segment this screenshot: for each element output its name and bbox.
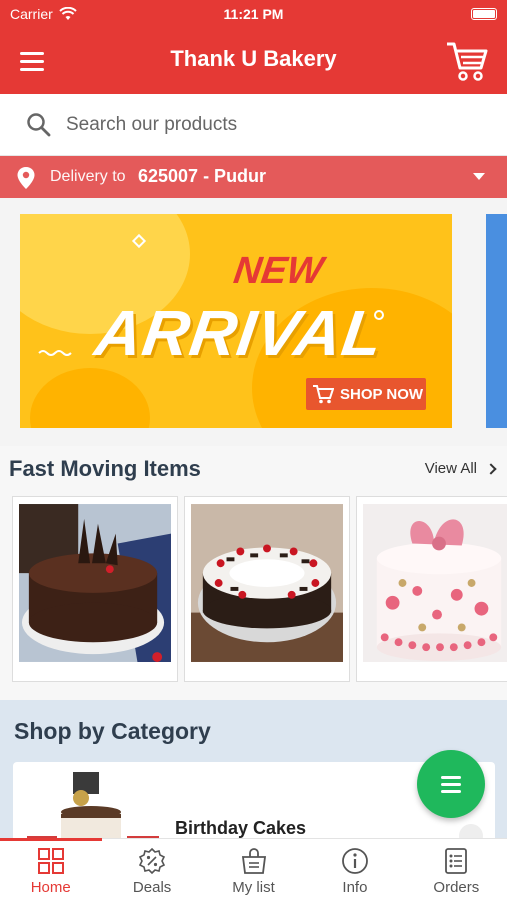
search-input[interactable] xyxy=(66,108,486,142)
shopping-bag-icon xyxy=(241,848,266,874)
promo-banner[interactable]: NEW ARRIVAL SHOP NOW xyxy=(20,214,452,428)
product-card[interactable] xyxy=(184,496,350,682)
tab-my-list[interactable]: My list xyxy=(203,839,304,900)
pink-fondant-cake-image xyxy=(363,504,507,662)
tab-home[interactable]: Home xyxy=(0,839,101,900)
search-bar xyxy=(0,94,507,156)
section-title: Fast Moving Items xyxy=(9,456,201,481)
view-all-label: View All xyxy=(424,460,477,477)
tab-label: Home xyxy=(30,879,71,896)
tab-deals[interactable]: Deals xyxy=(101,839,202,900)
banner-headline-new: NEW xyxy=(231,250,326,292)
floating-menu-button[interactable] xyxy=(417,750,485,818)
delivery-location: 625007 - Pudur xyxy=(138,166,267,186)
category-name: Birthday Cakes xyxy=(175,818,307,838)
black-forest-cake-image xyxy=(191,504,343,662)
battery-icon xyxy=(471,8,497,20)
chevron-right-icon xyxy=(485,462,497,475)
home-grid-icon xyxy=(37,848,64,874)
product-card[interactable] xyxy=(12,496,178,682)
chocolate-cake-image xyxy=(19,504,171,662)
banner-decoration xyxy=(30,368,150,428)
status-bar: Carrier 11:21 PM xyxy=(0,0,507,28)
tab-label: Orders xyxy=(433,879,480,896)
page-title: Thank U Bakery xyxy=(170,46,337,71)
product-carousel[interactable] xyxy=(12,496,507,682)
shop-now-button[interactable]: SHOP NOW xyxy=(306,378,426,410)
tab-label: My list xyxy=(232,879,275,896)
banner-decoration xyxy=(38,350,72,356)
product-card[interactable] xyxy=(356,496,507,682)
delivery-label: Delivery to xyxy=(50,168,126,185)
cart-icon[interactable] xyxy=(445,40,489,82)
tab-orders[interactable]: Orders xyxy=(406,839,507,900)
tab-label: Deals xyxy=(132,879,172,896)
next-banner-preview[interactable] xyxy=(486,214,507,428)
active-tab-indicator xyxy=(0,838,102,841)
menu-line xyxy=(441,789,461,793)
chevron-down-icon xyxy=(473,173,485,180)
view-all-link[interactable]: View All xyxy=(424,460,497,477)
menu-line xyxy=(441,782,461,786)
menu-line xyxy=(441,775,461,779)
banner-carousel[interactable]: NEW ARRIVAL SHOP NOW xyxy=(0,198,507,446)
cart-icon xyxy=(313,385,334,404)
deals-badge-icon xyxy=(139,847,166,875)
location-pin-icon xyxy=(17,167,35,189)
delivery-location-bar[interactable]: Delivery to 625007 - Pudur xyxy=(0,156,507,198)
tab-label: Info xyxy=(342,879,368,896)
info-icon xyxy=(342,848,368,874)
orders-icon xyxy=(445,848,468,874)
banner-headline-arrival: ARRIVAL xyxy=(90,297,388,369)
clock: 11:21 PM xyxy=(223,6,284,22)
shop-now-label: SHOP NOW xyxy=(340,385,424,403)
tab-info[interactable]: Info xyxy=(304,839,405,900)
bottom-tab-bar: Home Deals My list Info Orders xyxy=(0,838,507,900)
section-title: Shop by Category xyxy=(14,718,211,744)
fast-moving-section: Fast Moving Items View All xyxy=(0,446,507,700)
app-header: Thank U Bakery xyxy=(0,28,507,94)
search-icon xyxy=(27,113,51,137)
